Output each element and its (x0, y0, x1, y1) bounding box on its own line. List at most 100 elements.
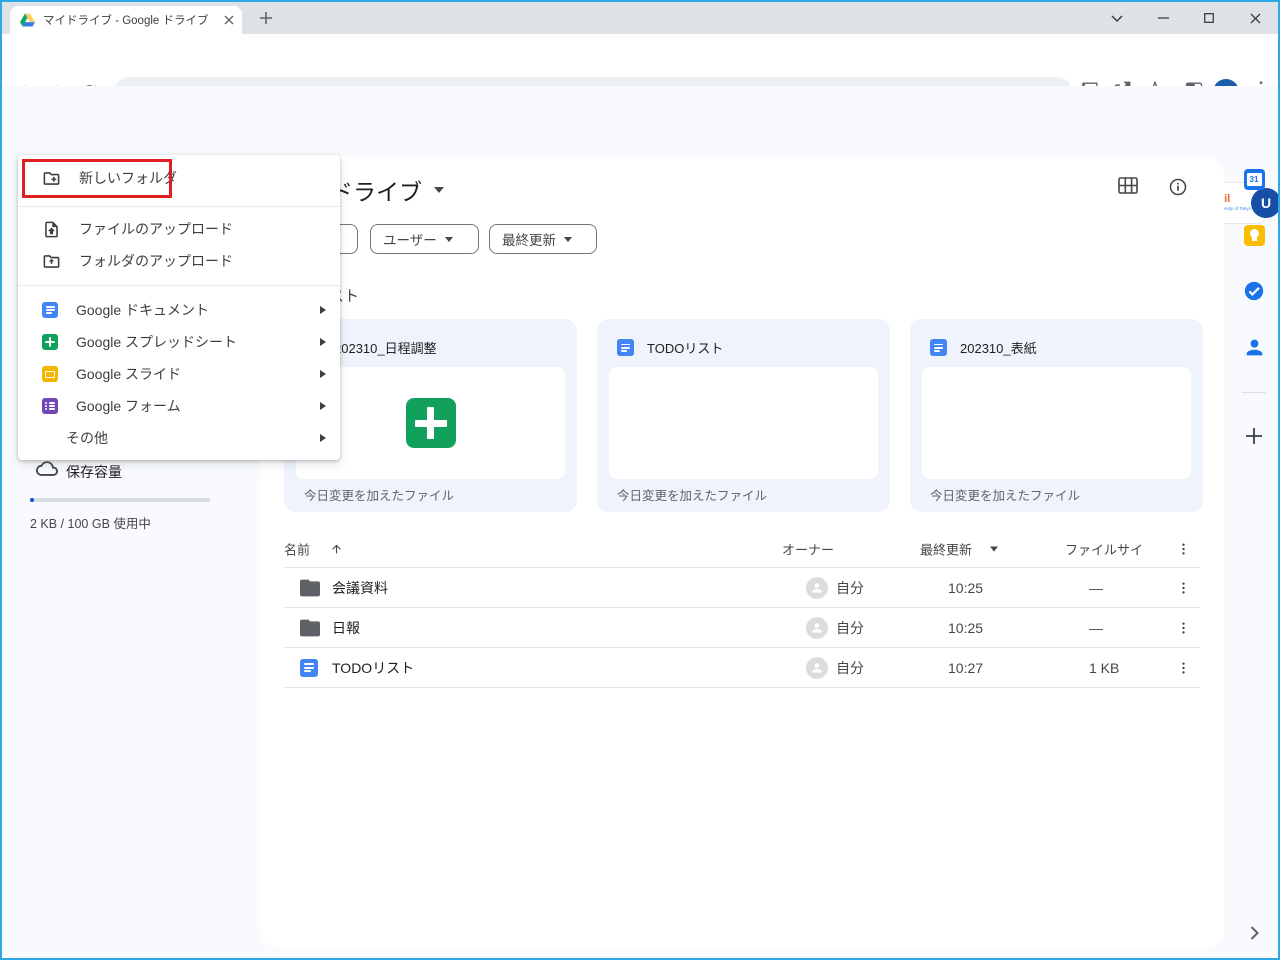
menu-divider (18, 206, 340, 207)
file-name[interactable]: TODOリスト (332, 658, 414, 678)
menu-divider (18, 285, 340, 286)
more-options-icon[interactable] (1176, 660, 1191, 675)
close-window-button[interactable] (1232, 2, 1278, 34)
slides-file-icon (42, 366, 58, 382)
filter-chip-people[interactable]: ユーザー (370, 224, 479, 254)
drive-favicon-icon (20, 13, 35, 27)
card-preview (922, 367, 1191, 479)
new-item-menu: 新しいフォルダ ファイルのアップロード フォルダのアップロード Google ド… (18, 155, 340, 460)
more-options-icon[interactable] (1176, 541, 1191, 556)
owner-avatar (806, 577, 828, 599)
file-size: 1 KB (1089, 660, 1119, 676)
card-footer: 今日変更を加えたファイル (304, 485, 454, 504)
collapse-panel-chevron-icon[interactable] (1242, 921, 1266, 945)
sheets-file-icon-large (406, 398, 456, 448)
menu-item-label: その他 (66, 428, 108, 448)
menu-item-label: フォルダのアップロード (79, 251, 233, 271)
column-header-owner[interactable]: オーナー (782, 539, 834, 558)
owner-name: 自分 (836, 658, 864, 678)
contacts-icon[interactable] (1242, 335, 1266, 359)
owner-name: 自分 (836, 618, 864, 638)
file-table-header: 名前 オーナー 最終更新 ファイルサイ (284, 530, 1200, 568)
cloud-storage-icon (36, 461, 58, 477)
tasks-icon[interactable] (1242, 279, 1266, 303)
browser-toolbar: drive.google.com/drive/my-drive U (2, 34, 1278, 86)
more-options-icon[interactable] (1176, 620, 1191, 635)
menu-item-label: Google フォーム (76, 396, 181, 416)
browser-window: マイドライブ - Google ドライブ drive.google.com/ (0, 0, 1280, 960)
more-options-icon[interactable] (1176, 580, 1191, 595)
docs-file-icon (930, 339, 947, 356)
calendar-icon[interactable]: 31 (1242, 167, 1266, 191)
docs-file-icon (42, 302, 58, 318)
menu-item-google-sheets[interactable]: Google スプレッドシート (18, 325, 340, 359)
menu-item-google-slides[interactable]: Google スライド (18, 357, 340, 391)
new-tab-button[interactable] (258, 10, 274, 26)
drive-header: ドライブ ドライブで検索 ? ECCS Cloud Mail Informati… (2, 86, 1278, 150)
menu-item-file-upload[interactable]: ファイルのアップロード (18, 212, 340, 246)
maximize-button[interactable] (1186, 2, 1232, 34)
storage-usage-text: 2 KB / 100 GB 使用中 (30, 513, 151, 532)
suggestion-card[interactable]: TODOリスト 今日変更を加えたファイル (597, 319, 890, 512)
menu-item-google-docs[interactable]: Google ドキュメント (18, 293, 340, 327)
card-footer: 今日変更を加えたファイル (930, 485, 1080, 504)
table-row[interactable]: TODOリスト 自分 10:27 1 KB (284, 648, 1200, 688)
column-header-modified[interactable]: 最終更新 (920, 539, 972, 558)
file-size: — (1089, 620, 1103, 636)
filter-chip-modified[interactable]: 最終更新 (489, 224, 597, 254)
main-content-panel: マイドライブ 種類 ユーザー 最終更新 候補リスト 202310_日程調整 (260, 157, 1224, 948)
card-title: 202310_表紙 (960, 338, 1037, 357)
tab-title: マイドライブ - Google ドライブ (43, 12, 224, 28)
browser-tab[interactable]: マイドライブ - Google ドライブ (10, 6, 242, 34)
grid-view-icon[interactable] (1118, 177, 1138, 194)
file-name[interactable]: 日報 (332, 618, 360, 638)
window-controls (1094, 2, 1278, 34)
chip-label: ユーザー (383, 229, 437, 249)
column-header-size[interactable]: ファイルサイ (1065, 539, 1143, 558)
storage-progress-fill (30, 498, 34, 502)
storage-label[interactable]: 保存容量 (66, 462, 122, 482)
modified-time: 10:25 (948, 580, 983, 596)
sort-ascending-icon[interactable] (330, 542, 343, 555)
rail-divider (1242, 392, 1266, 393)
file-name[interactable]: 会議資料 (332, 578, 388, 598)
sort-descending-icon[interactable] (990, 546, 998, 551)
red-annotation-box (22, 159, 172, 198)
owner-avatar (806, 617, 828, 639)
menu-item-more[interactable]: その他 (18, 421, 340, 455)
menu-item-folder-upload[interactable]: フォルダのアップロード (18, 244, 340, 278)
card-title: TODOリスト (647, 338, 723, 357)
forms-file-icon (42, 398, 58, 414)
submenu-arrow-icon (320, 434, 326, 442)
tab-close-icon[interactable] (224, 15, 234, 25)
keep-icon[interactable] (1242, 223, 1266, 247)
submenu-arrow-icon (320, 402, 326, 410)
file-upload-icon (42, 220, 61, 239)
submenu-arrow-icon (320, 306, 326, 314)
modified-time: 10:27 (948, 660, 983, 676)
account-avatar[interactable]: U (1251, 188, 1280, 218)
menu-item-google-forms[interactable]: Google フォーム (18, 389, 340, 423)
menu-item-label: Google スプレッドシート (76, 332, 237, 352)
add-panel-plus-icon[interactable] (1242, 424, 1266, 448)
browser-titlebar: マイドライブ - Google ドライブ (2, 2, 1278, 34)
tab-search-chevron-icon[interactable] (1094, 2, 1140, 34)
menu-item-label: ファイルのアップロード (79, 219, 233, 239)
table-row[interactable]: 会議資料 自分 10:25 — (284, 568, 1200, 608)
menu-item-label: Google ドキュメント (76, 300, 209, 320)
chevron-down-icon (434, 187, 444, 193)
minimize-button[interactable] (1140, 2, 1186, 34)
column-header-name[interactable]: 名前 (284, 539, 310, 558)
sheets-file-icon (42, 334, 58, 350)
file-size: — (1089, 580, 1103, 596)
card-preview (609, 367, 878, 479)
info-icon[interactable] (1168, 177, 1188, 197)
owner-name: 自分 (836, 578, 864, 598)
card-footer: 今日変更を加えたファイル (617, 485, 767, 504)
suggestion-card[interactable]: 202310_表紙 今日変更を加えたファイル (910, 319, 1203, 512)
table-row[interactable]: 日報 自分 10:25 — (284, 608, 1200, 648)
chevron-down-icon (445, 237, 453, 242)
owner-avatar (806, 657, 828, 679)
storage-progress-bar (30, 498, 210, 502)
folder-icon (300, 619, 320, 636)
